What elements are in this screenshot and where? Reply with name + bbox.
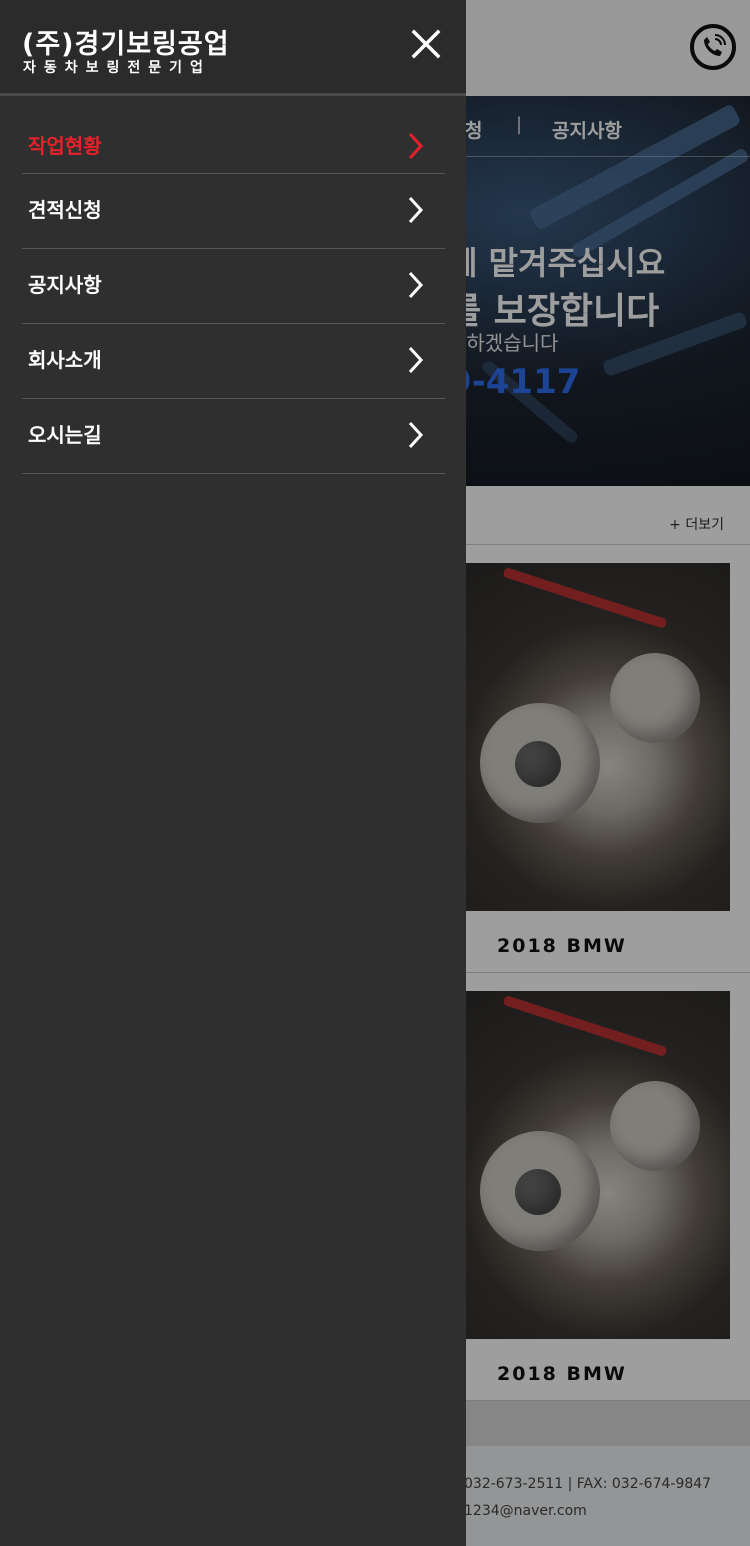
close-icon[interactable] (410, 28, 442, 60)
menu-item-about[interactable]: 회사소개 (22, 324, 445, 399)
menu-item-notice[interactable]: 공지사항 (22, 249, 445, 324)
menu-item-label: 작업현황 (28, 134, 102, 158)
drawer-logo-title[interactable]: (주)경기보링공업 (22, 22, 230, 61)
menu-item-label: 오시는길 (28, 423, 102, 447)
menu-item-label: 견적신청 (28, 198, 102, 222)
chevron-right-icon (408, 271, 424, 299)
menu-item-label: 회사소개 (28, 348, 102, 372)
menu-item-label: 공지사항 (28, 273, 102, 297)
chevron-right-icon (408, 421, 424, 449)
menu-item-work-status[interactable]: 작업현황 (22, 110, 445, 174)
chevron-right-icon (408, 196, 424, 224)
drawer-header: (주)경기보링공업 자동차보링전문기업 (0, 0, 466, 96)
side-drawer: (주)경기보링공업 자동차보링전문기업 작업현황 견적신청 공지사항 회사소개 … (0, 0, 466, 1546)
drawer-logo-subtitle: 자동차보링전문기업 (23, 60, 211, 76)
chevron-right-icon (408, 346, 424, 374)
menu-item-estimate[interactable]: 견적신청 (22, 174, 445, 249)
menu-item-directions[interactable]: 오시는길 (22, 399, 445, 474)
drawer-menu: 작업현황 견적신청 공지사항 회사소개 오시는길 (22, 110, 445, 474)
chevron-right-icon (408, 132, 424, 160)
